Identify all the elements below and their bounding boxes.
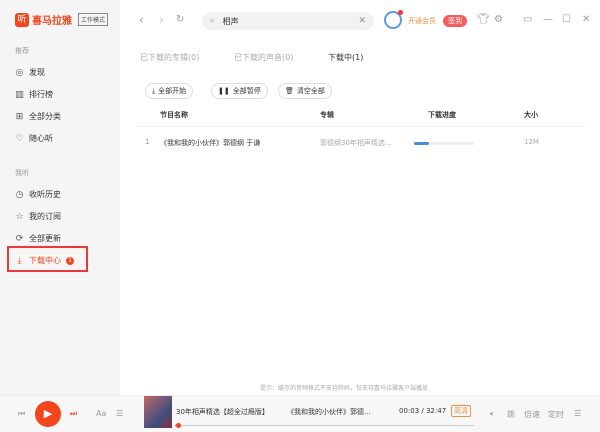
row-album[interactable]: 郭德纲30年相声精选...: [320, 138, 392, 148]
grid-icon: ⊞: [15, 111, 24, 122]
seek-bar[interactable]: [175, 425, 474, 426]
progress-fill: [414, 142, 429, 145]
menu-icon[interactable]: ☰: [574, 409, 581, 418]
count-badge: 1: [66, 256, 74, 265]
refresh-icon[interactable]: ↻: [176, 14, 184, 25]
row-size: 12M: [524, 138, 539, 146]
row-index: 1: [145, 138, 150, 146]
font-size-icon[interactable]: Aa: [96, 409, 106, 418]
forward-icon[interactable]: ›: [159, 13, 164, 27]
star-icon: ☆: [15, 211, 24, 222]
minimize-icon[interactable]: —: [543, 14, 553, 25]
refresh-icon: ⟳: [15, 233, 24, 244]
header-size: 大小: [524, 111, 538, 119]
work-mode-badge[interactable]: 工作模式: [78, 13, 109, 26]
chart-icon: ▥: [15, 89, 24, 100]
speed-button[interactable]: 倍速: [524, 409, 540, 420]
label: 排行榜: [29, 90, 53, 99]
pause-icon: ❚❚: [218, 87, 230, 95]
label: 全部开始: [158, 87, 187, 95]
sidebar-item-random[interactable]: ♡ 随心听: [15, 133, 53, 144]
heart-icon: ♡: [15, 133, 24, 144]
divider: [136, 126, 585, 127]
download-icon: ⤓: [17, 255, 22, 266]
label: 全部暂停: [232, 87, 261, 95]
header-title: 节目名称: [160, 111, 188, 119]
label: 全部更新: [29, 234, 61, 243]
label: 发现: [29, 68, 45, 77]
track-title[interactable]: 《我和我的小伙伴》郭德...: [287, 407, 371, 417]
skin-icon[interactable]: 👕︎: [477, 14, 490, 25]
compass-icon: ◎: [15, 67, 24, 78]
play-button[interactable]: ▶: [35, 401, 61, 427]
download-icon: ⤓: [152, 86, 156, 95]
pause-all-button[interactable]: ❚❚ 全部暂停: [211, 83, 268, 99]
timer-button[interactable]: 定时: [548, 409, 564, 420]
header-album: 专辑: [320, 111, 334, 119]
start-all-button[interactable]: ⤓ 全部开始: [145, 83, 194, 99]
search-box: ⌕ ✕: [202, 12, 374, 30]
album-title[interactable]: 30年相声精选【超全过瘾版】: [176, 407, 269, 417]
sidebar-item-categories[interactable]: ⊞ 全部分类: [15, 111, 61, 122]
next-icon[interactable]: ⏭︎: [70, 409, 77, 419]
label: 我的订阅: [29, 212, 61, 221]
vip-link[interactable]: 开通会员: [408, 16, 436, 26]
time-readout: 00:03 / 32:47: [399, 407, 447, 415]
search-icon: ⌕: [210, 16, 215, 25]
hint-text: 提示：缓存的音频格式不支持转码，仅支持喜马拉雅客户端播放: [260, 385, 429, 392]
tab-downloaded-albums[interactable]: 已下载的专辑(0): [140, 52, 199, 63]
maximize-icon[interactable]: ☐: [562, 14, 571, 25]
avatar[interactable]: [384, 10, 403, 29]
back-icon[interactable]: ‹: [139, 13, 144, 27]
gear-icon[interactable]: ⚙: [494, 14, 503, 25]
sidebar-item-ranking[interactable]: ▥ 排行榜: [15, 89, 53, 100]
clock-icon: ◷: [15, 189, 24, 200]
skip-button[interactable]: 跳: [507, 409, 515, 420]
album-cover[interactable]: [144, 396, 172, 428]
search-input[interactable]: [222, 16, 351, 26]
sidebar-item-discover[interactable]: ◎ 发现: [15, 67, 45, 78]
clear-all-button[interactable]: 🗑︎ 清空全部: [278, 83, 332, 99]
mini-mode-icon[interactable]: ▭: [523, 14, 532, 25]
playlist-icon[interactable]: ☰: [116, 409, 123, 418]
sidebar-item-history[interactable]: ◷ 收听历史: [15, 189, 61, 200]
label: 收听历史: [29, 190, 61, 199]
section-recommend: 推荐: [15, 47, 29, 55]
label: 随心听: [29, 134, 53, 143]
seek-knob[interactable]: [176, 423, 181, 428]
logo-text: 喜马拉雅: [32, 16, 72, 27]
section-my-listen: 我听: [15, 169, 29, 177]
logo[interactable]: 听 喜马拉雅 工作模式: [15, 12, 109, 27]
previous-icon[interactable]: ⏮︎: [18, 409, 25, 419]
tab-downloading[interactable]: 下载中(1): [328, 52, 363, 63]
row-title: 《我和我的小伙伴》郭德纲 于谦: [160, 139, 261, 147]
sign-in-button[interactable]: 签到: [443, 15, 467, 27]
sidebar-item-updates[interactable]: ⟳ 全部更新: [15, 233, 61, 244]
logo-icon: 听: [15, 12, 29, 27]
trash-icon: 🗑︎: [285, 87, 294, 95]
quality-select[interactable]: 高清: [451, 405, 471, 417]
header-progress: 下载进度: [428, 111, 456, 119]
download-progress-bar: [414, 142, 474, 145]
volume-icon[interactable]: 🔈︎: [490, 409, 495, 419]
clear-icon[interactable]: ✕: [358, 16, 366, 26]
close-icon[interactable]: ✕: [582, 14, 590, 25]
label: 清空全部: [296, 87, 325, 95]
label: 下载中心: [29, 256, 61, 265]
sidebar-item-subscriptions[interactable]: ☆ 我的订阅: [15, 211, 61, 222]
player-bar: ⏮︎ ▶ ⏭︎ Aa ☰ 30年相声精选【超全过瘾版】 《我和我的小伙伴》郭德.…: [0, 395, 600, 432]
tab-downloaded-tracks[interactable]: 已下载的声音(0): [234, 52, 293, 63]
sidebar-item-downloads[interactable]: ⤓ 下载中心 1: [15, 255, 74, 266]
label: 全部分类: [29, 112, 61, 121]
sidebar: 听 喜马拉雅 工作模式 推荐 ◎ 发现 ▥ 排行榜 ⊞ 全部分类 ♡ 随心听 我听 ◷ 收…: [0, 0, 120, 395]
